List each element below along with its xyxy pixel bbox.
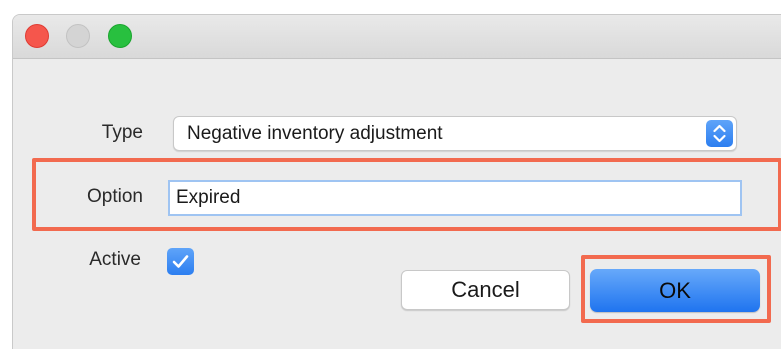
active-label: Active: [89, 249, 141, 270]
type-label: Type: [101, 122, 143, 143]
option-input[interactable]: [168, 180, 742, 216]
minimize-window-button: [66, 24, 90, 48]
close-window-button[interactable]: [25, 24, 49, 48]
checkmark-icon: [172, 255, 189, 268]
ok-button[interactable]: OK: [590, 269, 760, 312]
dialog-window: Type Negative inventory adjustment Optio…: [12, 14, 781, 349]
maximize-window-button[interactable]: [108, 24, 132, 48]
cancel-button[interactable]: Cancel: [401, 270, 570, 310]
up-down-chevrons-icon[interactable]: [706, 120, 733, 147]
option-label: Option: [87, 186, 143, 207]
type-select-value: Negative inventory adjustment: [187, 123, 443, 144]
title-bar: [13, 15, 781, 59]
type-select[interactable]: Negative inventory adjustment: [173, 116, 737, 151]
active-checkbox[interactable]: [167, 248, 194, 275]
